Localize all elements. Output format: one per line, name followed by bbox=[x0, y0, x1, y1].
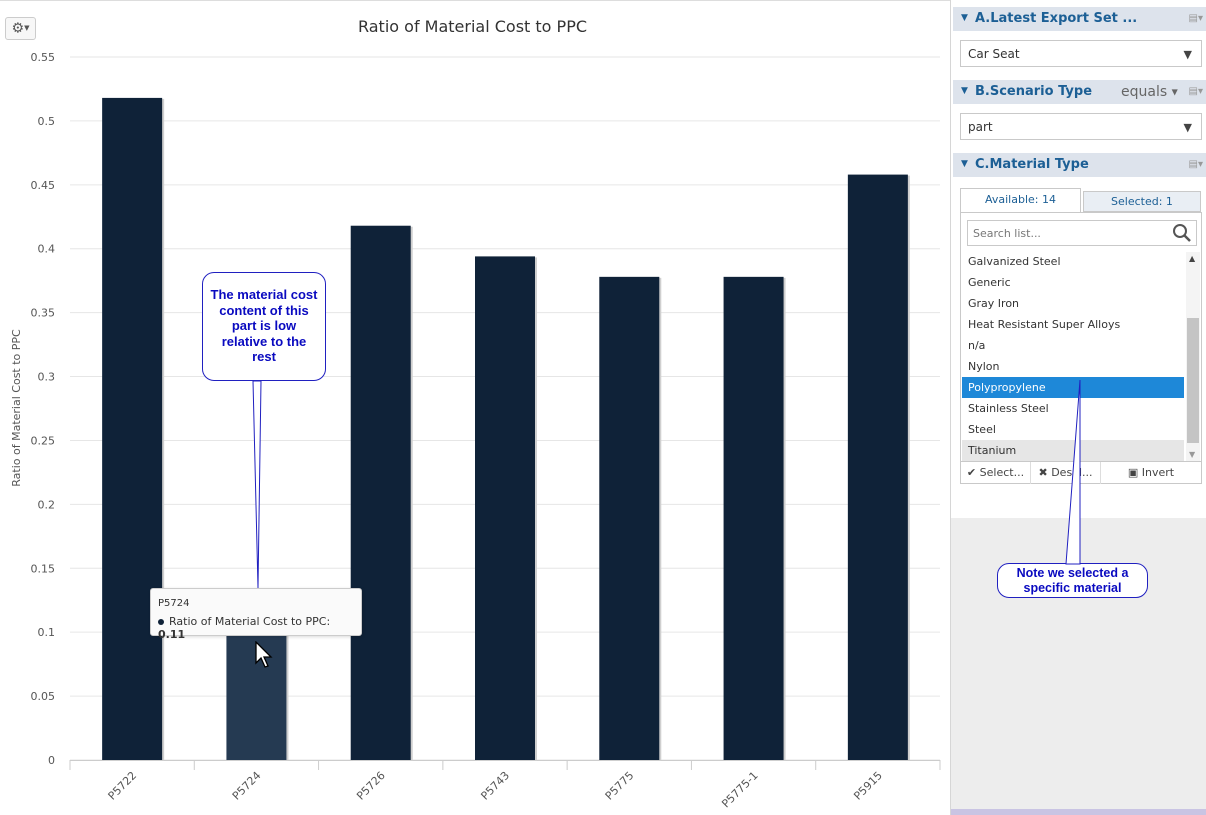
tab-available[interactable]: Available: 14 bbox=[960, 188, 1081, 212]
y-tick-label: 0.15 bbox=[31, 562, 56, 575]
filter-a-header[interactable]: ▼ A.Latest Export Set ... ▤▾ bbox=[953, 7, 1206, 31]
list-item[interactable]: Titanium bbox=[962, 440, 1184, 461]
filter-c-title: C.Material Type bbox=[975, 157, 1089, 172]
x-tick-label: P5724 bbox=[230, 769, 264, 803]
list-action-buttons: ✔ Select... ✖ Desel... ▣ Invert bbox=[961, 461, 1201, 484]
deselect-all-button[interactable]: ✖ Desel... bbox=[1031, 462, 1101, 484]
bar-chart: 0 0.05 0.1 0.15 0.2 0.25 0.3 0.35 0.4 0.45 0.5 0.55… bbox=[10, 51, 941, 810]
filter-b-title: B.Scenario Type bbox=[975, 84, 1093, 99]
y-tick-label: 0.55 bbox=[31, 51, 56, 64]
x-tick-label: P5726 bbox=[354, 769, 388, 803]
invert-icon: ▣ bbox=[1127, 466, 1139, 479]
list-item[interactable]: Steel bbox=[962, 419, 1184, 440]
export-set-value: Car Seat bbox=[968, 47, 1020, 61]
scroll-up-icon[interactable]: ▲ bbox=[1189, 254, 1195, 263]
y-tick-label: 0.2 bbox=[38, 498, 56, 511]
filter-b-header[interactable]: ▼ B.Scenario Type equals ▼ ▤▾ bbox=[953, 80, 1206, 104]
y-tick-label: 0.25 bbox=[31, 434, 56, 447]
operator-label: equals bbox=[1121, 84, 1168, 100]
tooltip-category: P5724 bbox=[158, 598, 190, 609]
y-tick-label: 0.05 bbox=[31, 690, 56, 703]
x-tick-label: P5915 bbox=[851, 769, 885, 803]
bar-p5775-1[interactable] bbox=[723, 276, 784, 760]
select-all-button[interactable]: ✔ Select... bbox=[961, 462, 1031, 484]
bar-p5726[interactable] bbox=[350, 225, 411, 761]
list-item[interactable]: Nylon bbox=[962, 356, 1184, 377]
scrollbar-thumb[interactable] bbox=[1187, 318, 1199, 443]
annotation-callout-selected-material: Note we selected a specific material bbox=[997, 563, 1148, 598]
list-item[interactable]: Gray Iron bbox=[962, 293, 1184, 314]
collapse-triangle-icon[interactable]: ▼ bbox=[961, 159, 968, 169]
bar-p5743[interactable] bbox=[475, 256, 535, 760]
dropdown-arrow-icon: ▼ bbox=[1183, 48, 1192, 61]
collapse-triangle-icon[interactable]: ▼ bbox=[961, 13, 968, 23]
y-tick-label: 0.4 bbox=[38, 243, 56, 256]
scroll-down-icon[interactable]: ▼ bbox=[1189, 450, 1195, 459]
y-tick-label: 0 bbox=[48, 754, 55, 767]
check-icon: ✔ bbox=[966, 466, 977, 479]
list-item[interactable]: Galvanized Steel bbox=[962, 251, 1184, 272]
y-tick-label: 0.35 bbox=[31, 307, 56, 320]
filter-panel: ▼ A.Latest Export Set ... ▤▾ Car Seat ▼ … bbox=[950, 0, 1206, 815]
close-icon: ✖ bbox=[1038, 466, 1048, 479]
list-item[interactable]: Polypropylene bbox=[962, 377, 1184, 398]
chart-tooltip: P5724 Ratio of Material Cost to PPC: 0.1… bbox=[150, 588, 362, 641]
tab-selected[interactable]: Selected: 1 bbox=[1083, 191, 1201, 212]
filter-panel-body: ▼ A.Latest Export Set ... ▤▾ Car Seat ▼ … bbox=[951, 0, 1206, 518]
search-icon[interactable] bbox=[1172, 223, 1192, 243]
app-root: ⚙▼ Ratio of Material Cost to PPC 0 0.05 0.… bbox=[0, 0, 1206, 815]
list-item[interactable]: Heat Resistant Super Alloys bbox=[962, 314, 1184, 335]
filter-c-header[interactable]: ▼ C.Material Type ▤▾ bbox=[953, 153, 1206, 177]
search-placeholder: Search list... bbox=[973, 227, 1041, 240]
bar-p5775[interactable] bbox=[599, 276, 660, 760]
operator-dropdown[interactable]: equals ▼ bbox=[1121, 84, 1178, 100]
material-list-box: Search list... Galvanized Steel Generic Gr… bbox=[960, 212, 1202, 484]
dropdown-arrow-icon: ▼ bbox=[1183, 121, 1192, 134]
export-set-select[interactable]: Car Seat ▼ bbox=[960, 40, 1202, 67]
chevron-down-icon: ▼ bbox=[1171, 87, 1178, 97]
scenario-type-value: part bbox=[968, 120, 993, 134]
y-tick-label: 0.1 bbox=[38, 626, 56, 639]
x-tick-label: P5743 bbox=[478, 769, 512, 803]
search-input[interactable]: Search list... bbox=[967, 220, 1197, 246]
y-tick-label: 0.3 bbox=[38, 371, 56, 384]
filter-menu-icon[interactable]: ▤▾ bbox=[1189, 86, 1203, 97]
list-item[interactable]: Stainless Steel bbox=[962, 398, 1184, 419]
y-axis-label: Ratio of Material Cost to PPC bbox=[10, 329, 23, 487]
x-tick-label: P5775-1 bbox=[719, 769, 760, 810]
list-scrollbar[interactable]: ▲ ▼ bbox=[1186, 252, 1200, 461]
list-item[interactable]: Generic bbox=[962, 272, 1184, 293]
deselect-all-label: Desel... bbox=[1051, 466, 1093, 479]
mouse-cursor-icon bbox=[255, 641, 273, 668]
filter-menu-icon[interactable]: ▤▾ bbox=[1189, 13, 1203, 24]
y-tick-label: 0.5 bbox=[38, 115, 56, 128]
select-all-label: Select... bbox=[979, 466, 1025, 479]
invert-label: Invert bbox=[1141, 466, 1175, 479]
chart-pane: ⚙▼ Ratio of Material Cost to PPC 0 0.05 0.… bbox=[0, 0, 950, 815]
annotation-callout-low-cost: The material cost content of this part i… bbox=[202, 272, 326, 381]
tooltip-value: 0.11 bbox=[158, 628, 186, 641]
x-tick-label: P5722 bbox=[106, 769, 140, 803]
scenario-type-select[interactable]: part ▼ bbox=[960, 113, 1202, 140]
bar-p5722[interactable] bbox=[102, 97, 163, 761]
filter-a-title: A.Latest Export Set ... bbox=[975, 11, 1138, 26]
list-item[interactable]: n/a bbox=[962, 335, 1184, 356]
series-dot-icon bbox=[158, 619, 164, 625]
x-tick-label: P5775 bbox=[603, 769, 637, 803]
panel-bottom-bar bbox=[951, 809, 1206, 815]
tooltip-series-label: Ratio of Material Cost to PPC: bbox=[169, 615, 331, 628]
invert-selection-button[interactable]: ▣ Invert bbox=[1101, 462, 1201, 484]
y-tick-label: 0.45 bbox=[31, 179, 56, 192]
collapse-triangle-icon[interactable]: ▼ bbox=[961, 86, 968, 96]
bar-p5915[interactable] bbox=[847, 174, 908, 761]
filter-menu-icon[interactable]: ▤▾ bbox=[1189, 159, 1203, 170]
